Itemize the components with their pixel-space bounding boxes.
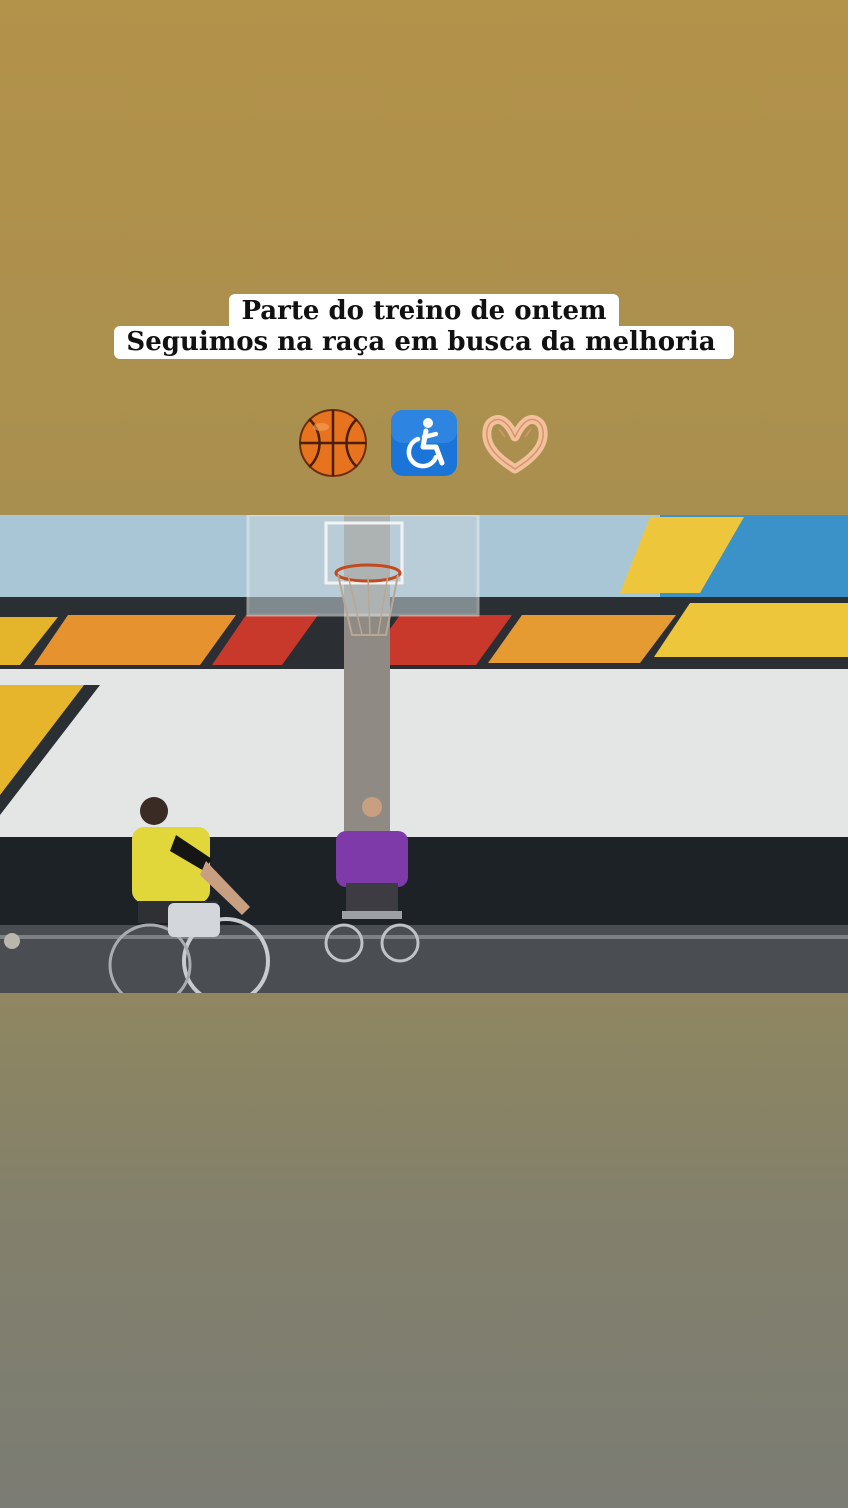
court-scene: [0, 515, 848, 993]
training-video[interactable]: [0, 515, 848, 993]
story-background: Parte do treino de ontem Seguimos na raç…: [0, 0, 848, 1508]
basketball-icon: [298, 409, 367, 478]
wheelchair-symbol-icon: [391, 410, 457, 477]
caption-line-1: Parte do treino de ontem: [229, 294, 619, 327]
caption-line-2: Seguimos na raça em busca da melhoria: [114, 326, 734, 359]
emoji-row: [0, 404, 848, 479]
story-caption: Parte do treino de ontem Seguimos na raç…: [0, 294, 848, 359]
heart-hands-icon: [482, 415, 548, 474]
